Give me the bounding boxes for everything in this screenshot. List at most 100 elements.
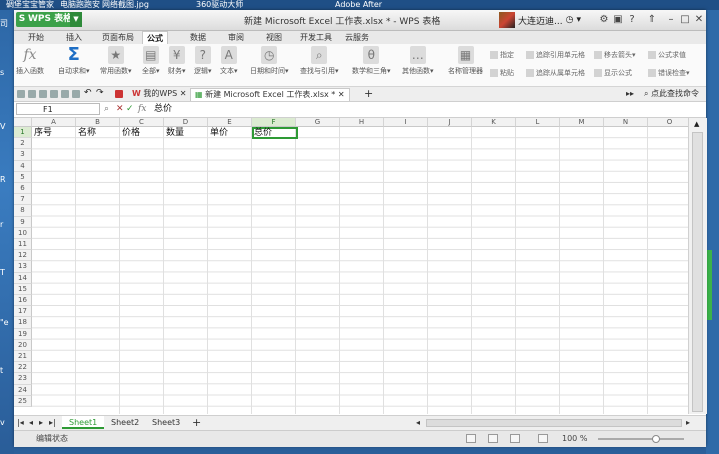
- row-header-15[interactable]: 15: [14, 283, 32, 295]
- row-header-22[interactable]: 22: [14, 362, 32, 374]
- row-header-13[interactable]: 13: [14, 261, 32, 273]
- column-header-j[interactable]: J: [428, 118, 472, 127]
- column-header-e[interactable]: E: [208, 118, 252, 127]
- autosum-button[interactable]: Σ 自动求和▾: [58, 46, 90, 76]
- find-command[interactable]: ⌕ 点此查找命令: [644, 88, 699, 100]
- minimize-button[interactable]: –: [664, 13, 678, 27]
- row-header-1[interactable]: 1: [14, 127, 32, 139]
- tab-my-wps[interactable]: W 我的WPS ✕: [128, 88, 190, 100]
- name-box[interactable]: F1: [16, 103, 100, 115]
- row-header-2[interactable]: 2: [14, 138, 32, 150]
- help-icon[interactable]: ?: [625, 13, 639, 27]
- row-header-17[interactable]: 17: [14, 306, 32, 318]
- restore-ribbon-icon[interactable]: ⇑: [645, 13, 659, 27]
- row-header-11[interactable]: 11: [14, 239, 32, 251]
- trace-precedents-button[interactable]: 追踪引用单元格: [526, 50, 585, 60]
- desktop-item[interactable]: 360驱动大师: [196, 0, 243, 9]
- export-pdf-icon[interactable]: [39, 90, 47, 98]
- define-name-button[interactable]: 指定: [490, 50, 514, 60]
- row-header-5[interactable]: 5: [14, 171, 32, 183]
- spellcheck-icon[interactable]: [72, 90, 80, 98]
- column-header-b[interactable]: B: [76, 118, 120, 127]
- sheet-tab-sheet3[interactable]: Sheet3: [145, 416, 187, 429]
- maximize-button[interactable]: □: [678, 13, 692, 27]
- cancel-icon[interactable]: ✕: [116, 103, 124, 116]
- math-button[interactable]: θ 数学和三角▾: [352, 46, 391, 76]
- prev-sheet-button[interactable]: ◂: [26, 416, 36, 429]
- close-button[interactable]: ✕: [692, 13, 706, 27]
- tab-cloud[interactable]: 云服务: [341, 31, 373, 44]
- row-header-8[interactable]: 8: [14, 205, 32, 217]
- row-header-21[interactable]: 21: [14, 351, 32, 363]
- row-header-4[interactable]: 4: [14, 160, 32, 172]
- scroll-left-icon[interactable]: ◂: [414, 416, 422, 429]
- print-preview-icon[interactable]: [61, 90, 69, 98]
- desktop-item[interactable]: 电脑跑跑安: [60, 0, 100, 9]
- show-formulas-button[interactable]: 显示公式: [594, 68, 632, 78]
- cell-a1[interactable]: 序号: [32, 128, 76, 139]
- select-all-corner[interactable]: [14, 118, 32, 127]
- error-checking-button[interactable]: 错误检查▾: [648, 68, 690, 78]
- add-sheet-button[interactable]: +: [185, 416, 208, 429]
- save-icon[interactable]: [28, 90, 36, 98]
- name-manager-button[interactable]: ▦ 名称管理器: [448, 46, 483, 76]
- cell-e1[interactable]: 单价: [208, 128, 252, 139]
- row-header-12[interactable]: 12: [14, 250, 32, 262]
- all-functions-button[interactable]: ▤ 全部▾: [142, 46, 160, 76]
- row-header-25[interactable]: 25: [14, 395, 32, 407]
- horizontal-scroll-thumb[interactable]: [426, 419, 682, 427]
- tab-formulas[interactable]: 公式: [142, 31, 168, 45]
- page-layout-view-icon[interactable]: [510, 434, 520, 443]
- formula-input[interactable]: 总价: [154, 103, 172, 116]
- other-functions-button[interactable]: … 其他函数▾: [402, 46, 434, 76]
- vertical-scroll-thumb[interactable]: [692, 132, 703, 412]
- confirm-icon[interactable]: ✓: [126, 103, 134, 116]
- last-sheet-button[interactable]: ▸|: [46, 416, 59, 429]
- trace-dependents-button[interactable]: 追踪从属单元格: [526, 68, 585, 78]
- column-header-n[interactable]: N: [604, 118, 648, 127]
- row-header-10[interactable]: 10: [14, 227, 32, 239]
- row-header-9[interactable]: 9: [14, 216, 32, 228]
- common-functions-button[interactable]: ★ 常用函数▾: [100, 46, 132, 76]
- print-icon[interactable]: [50, 90, 58, 98]
- row-header-24[interactable]: 24: [14, 384, 32, 396]
- folder-open-icon[interactable]: [17, 90, 25, 98]
- cell-f1[interactable]: 总价: [252, 128, 296, 139]
- zoom-menu-icon[interactable]: [538, 434, 548, 443]
- page-break-view-icon[interactable]: [488, 434, 498, 443]
- sheet-tab-sheet2[interactable]: Sheet2: [104, 416, 146, 429]
- logical-button[interactable]: ? 逻辑▾: [194, 46, 212, 76]
- column-header-o[interactable]: O: [648, 118, 688, 127]
- tab-page-layout[interactable]: 页面布局: [98, 31, 138, 44]
- desktop-item[interactable]: 网络截图.jpg: [102, 0, 149, 9]
- evaluate-formula-button[interactable]: 公式求值: [648, 50, 686, 60]
- row-header-6[interactable]: 6: [14, 183, 32, 195]
- row-header-16[interactable]: 16: [14, 295, 32, 307]
- chevron-down-icon[interactable]: ▼: [70, 12, 82, 27]
- scroll-up-icon[interactable]: ▲: [694, 120, 699, 128]
- row-header-19[interactable]: 19: [14, 328, 32, 340]
- undo-icon[interactable]: ↶: [84, 88, 92, 98]
- tab-document[interactable]: ▦ 新建 Microsoft Excel 工作表.xlsx * ✕: [190, 88, 350, 101]
- pin-icon[interactable]: [115, 90, 123, 98]
- column-header-k[interactable]: K: [472, 118, 516, 127]
- close-icon[interactable]: ✕: [338, 90, 345, 99]
- zoom-slider[interactable]: [598, 435, 684, 443]
- skin-icon[interactable]: ⚙: [597, 13, 611, 27]
- format-painter-icon[interactable]: ▸▸: [622, 88, 638, 100]
- row-header-7[interactable]: 7: [14, 194, 32, 206]
- next-sheet-button[interactable]: ▸: [36, 416, 46, 429]
- text-button[interactable]: A 文本▾: [220, 46, 238, 76]
- cell-b1[interactable]: 名称: [76, 128, 120, 139]
- close-icon[interactable]: ✕: [180, 89, 187, 98]
- paste-name-button[interactable]: 粘贴: [490, 68, 514, 78]
- row-header-3[interactable]: 3: [14, 149, 32, 161]
- column-header-g[interactable]: G: [296, 118, 340, 127]
- wps-app-menu[interactable]: S WPS 表格 ▼: [16, 12, 82, 27]
- column-header-f[interactable]: F: [252, 118, 296, 127]
- row-header-20[interactable]: 20: [14, 339, 32, 351]
- lookup-button[interactable]: ⌕ 查找与引用▾: [300, 46, 339, 76]
- normal-view-icon[interactable]: [466, 434, 476, 443]
- financial-button[interactable]: ¥ 财务▾: [168, 46, 186, 76]
- row-header-18[interactable]: 18: [14, 317, 32, 329]
